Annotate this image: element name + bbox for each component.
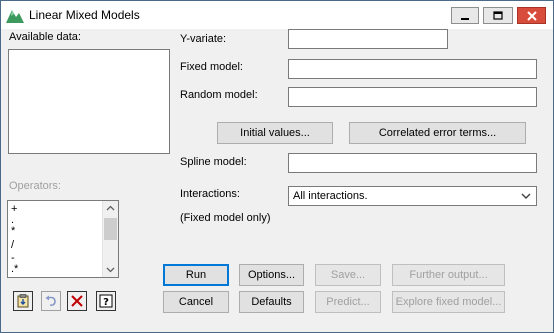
y-variate-field[interactable] [288, 29, 448, 49]
fixed-model-field[interactable] [288, 59, 537, 79]
window-title: Linear Mixed Models [29, 8, 140, 22]
maximize-icon [493, 10, 503, 20]
operators-label: Operators: [9, 180, 61, 192]
interactions-label: Interactions: [180, 188, 240, 200]
maximize-button[interactable] [483, 7, 513, 24]
scrollbar-thumb[interactable] [104, 218, 117, 240]
close-button[interactable] [517, 7, 546, 24]
minimize-icon [461, 17, 469, 20]
save-button[interactable]: Save... [315, 264, 381, 286]
clear-icon [71, 295, 83, 307]
random-model-label: Random model: [180, 89, 258, 101]
defaults-button[interactable]: Defaults [239, 291, 304, 313]
operators-list[interactable]: + . * / - .* [7, 200, 119, 278]
chevron-down-icon [521, 193, 531, 199]
help-icon: ? [99, 294, 113, 308]
copy-to-clipboard-button[interactable] [13, 291, 33, 311]
operator-item[interactable]: * [11, 226, 15, 237]
operator-item[interactable]: .* [11, 264, 18, 275]
help-button[interactable]: ? [96, 291, 116, 311]
clear-button[interactable] [67, 291, 87, 311]
cancel-button[interactable]: Cancel [163, 291, 229, 313]
predict-button[interactable]: Predict... [315, 291, 381, 313]
copy-to-clipboard-icon [17, 294, 29, 308]
dialog-window: Linear Mixed Models Available data: Oper… [0, 0, 554, 333]
operator-item[interactable]: / [11, 240, 14, 251]
spline-model-label: Spline model: [180, 156, 247, 168]
further-output-button[interactable]: Further output... [392, 264, 505, 286]
undo-icon [45, 295, 56, 306]
explore-fixed-model-button[interactable]: Explore fixed model... [392, 291, 505, 313]
initial-values-button[interactable]: Initial values... [217, 122, 333, 144]
svg-text:?: ? [103, 297, 109, 308]
fixed-model-only-note: (Fixed model only) [180, 212, 271, 224]
interactions-select[interactable]: All interactions. [288, 186, 537, 206]
run-button[interactable]: Run [163, 264, 229, 286]
scroll-up-icon[interactable] [106, 205, 115, 211]
random-model-field[interactable] [288, 87, 537, 107]
close-icon [526, 10, 537, 21]
available-data-list[interactable] [8, 49, 170, 154]
interactions-selected-value: All interactions. [293, 190, 368, 202]
minimize-button[interactable] [451, 7, 479, 24]
app-icon [6, 10, 24, 23]
spline-model-field[interactable] [288, 153, 537, 173]
available-data-label: Available data: [9, 31, 81, 43]
dialog-client-area: Available data: Operators: + . * / - .* [1, 29, 553, 332]
operators-scrollbar[interactable] [102, 201, 118, 277]
title-bar[interactable]: Linear Mixed Models [1, 1, 553, 29]
correlated-errors-button[interactable]: Correlated error terms... [349, 122, 526, 144]
scroll-down-icon[interactable] [106, 267, 115, 273]
undo-button[interactable] [41, 291, 61, 311]
y-variate-label: Y-variate: [180, 33, 227, 45]
options-button[interactable]: Options... [239, 264, 304, 286]
fixed-model-label: Fixed model: [180, 61, 243, 73]
